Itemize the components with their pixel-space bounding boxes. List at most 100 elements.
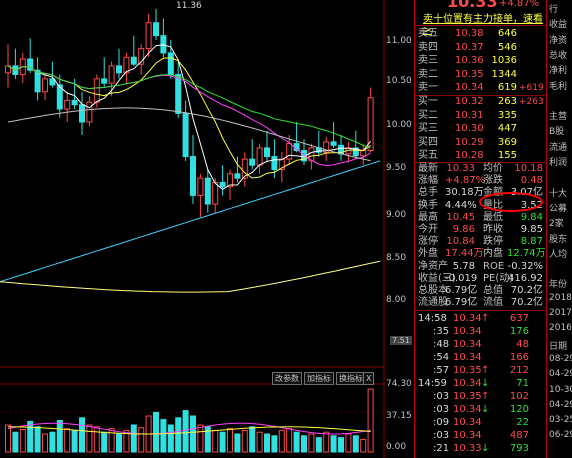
f10-strip-item[interactable]: 年份: [549, 277, 567, 290]
bid-level-row[interactable]: 买二 10.31 335: [415, 109, 545, 123]
f10-strip-item[interactable]: 十大: [549, 186, 567, 199]
volume-bar: [345, 433, 352, 453]
stat-label: 昨收: [483, 224, 503, 235]
f10-strip-item[interactable]: 流通: [549, 140, 567, 153]
volume-bar: [34, 426, 41, 453]
candle-body: [234, 173, 241, 179]
stats-row: 流通股 6.79亿 流值 70.2亿: [415, 297, 545, 309]
bid-level-row[interactable]: 买一 10.32 263 +263: [415, 95, 545, 109]
tick-trade-row[interactable]: :57 10.35 ↑ 212: [415, 364, 545, 377]
f10-strip-item[interactable]: 04-29: [549, 400, 572, 410]
volume-bar: [42, 433, 48, 453]
candle-body: [79, 104, 85, 123]
volume-bar: [286, 428, 293, 453]
bid-level-label: 买三: [418, 123, 438, 134]
trade-price: 10.34: [453, 313, 482, 324]
ask-level-volume: 619: [497, 82, 517, 93]
stat-value: 6.79亿: [445, 297, 478, 309]
f10-strip-item[interactable]: 日期: [549, 339, 567, 352]
stat-value: 10.18: [514, 163, 543, 174]
trade-direction-icon: ↑: [481, 313, 490, 324]
ask-level-row[interactable]: 卖一 10.34 619 +619: [415, 81, 545, 95]
stat-value: 17.44万: [445, 248, 484, 260]
f10-strip-item[interactable]: 净利: [549, 63, 567, 76]
f10-strip-item[interactable]: 收益: [549, 17, 567, 30]
tick-trade-row[interactable]: :03 10.35 ↑ 102: [415, 390, 545, 403]
f10-strip-item[interactable]: 10-30: [549, 385, 572, 395]
stat-label: 总值: [483, 285, 503, 296]
f10-strip-item[interactable]: 04-29: [549, 369, 572, 379]
f10-strip-item[interactable]: 总收: [549, 48, 567, 61]
f10-strip-item[interactable]: B股: [549, 124, 564, 137]
candle-body: [175, 74, 182, 114]
bid-level-label: 买一: [418, 96, 438, 107]
candle-body: [330, 141, 337, 146]
stat-label: 均价: [483, 163, 503, 174]
f10-strip-item[interactable]: 06-29: [549, 430, 572, 440]
ask-level-row[interactable]: 卖二 10.35 1344: [415, 68, 545, 82]
bid-level-row[interactable]: 买四 10.29 369: [415, 136, 545, 150]
volume-bar: [190, 415, 196, 453]
trade-time: 14:59: [418, 378, 447, 389]
edit-params-button[interactable]: 改参数: [272, 372, 302, 385]
close-indicator-button[interactable]: X: [363, 372, 375, 385]
f10-strip-item[interactable]: 毛利: [549, 79, 567, 92]
bid-level-row[interactable]: 买五 10.28 155: [415, 149, 545, 163]
tick-trade-row[interactable]: :03 10.34 487: [415, 429, 545, 442]
f10-strip-item[interactable]: 行: [549, 2, 558, 15]
tick-trade-row[interactable]: 14:58 10.34 ↑ 637: [415, 312, 545, 325]
stats-row: 收益(三) -0.019 PE(动) 416.92: [415, 273, 545, 285]
tick-trade-row[interactable]: :35 10.34 176: [415, 325, 545, 338]
ask-level-volume: 1344: [491, 68, 517, 80]
f10-strip-item[interactable]: 08-29: [549, 354, 572, 364]
add-indicator-button[interactable]: 加指标: [304, 372, 334, 385]
stats-row: 最新 10.33 均价 10.18: [415, 163, 545, 175]
f10-strip-item[interactable]: 公募: [549, 201, 567, 214]
f10-info-strip[interactable]: 行收益净资总收净利毛利主营 B股流通利润十大公募 2家股东人均年份 2018 2017 2…: [546, 0, 572, 458]
stat-value: 10.45: [446, 211, 475, 223]
trade-volume: 637: [509, 313, 529, 324]
tick-trade-row[interactable]: :21 10.33 ↓ 793: [415, 442, 545, 455]
switch-indicator-button[interactable]: 换指标: [336, 372, 366, 385]
f10-strip-item[interactable]: 主营: [549, 109, 567, 122]
f10-strip-item[interactable]: 2家: [549, 216, 564, 229]
ask-level-row[interactable]: 卖三 10.36 1036: [415, 54, 545, 68]
volume-bar: [130, 424, 137, 453]
candle-body: [271, 156, 278, 171]
f10-strip-item[interactable]: 03-25: [549, 415, 572, 425]
tick-trade-row[interactable]: 14:59 10.34 ↓ 71: [415, 377, 545, 390]
trade-price: 10.34: [453, 352, 482, 363]
trade-price: 10.34: [453, 404, 482, 415]
stat-label: 最新: [418, 163, 438, 174]
volume-bar: [197, 424, 204, 453]
trade-time: :21: [433, 443, 450, 454]
stat-value: -0.019: [445, 272, 478, 284]
f10-strip-item[interactable]: 利润: [549, 155, 567, 168]
f10-strip-item[interactable]: 2018: [549, 293, 572, 303]
ask-level-row[interactable]: 卖四 10.37 546: [415, 41, 545, 55]
stats-row: 今开 9.86 昨收 9.85: [415, 224, 545, 236]
trade-time: :54: [433, 352, 450, 363]
kline-chart-area[interactable]: 11.36 11.00 10.50 10.00 9.50 9.00 8.50 8.00 7.…: [0, 0, 412, 458]
tick-trade-row[interactable]: :54 10.34 166: [415, 351, 545, 364]
price-axis-tick: 8.50: [386, 253, 407, 263]
candle-body: [64, 99, 71, 110]
tick-trade-row[interactable]: :03 10.34 ↓ 120: [415, 403, 545, 416]
bid-level-volume: 369: [497, 136, 517, 148]
kline-svg[interactable]: [0, 0, 410, 458]
candle-body: [93, 78, 100, 103]
f10-strip-item[interactable]: 人均: [549, 247, 567, 260]
stat-label: 涨跌: [483, 175, 503, 187]
stat-label: 外盘: [418, 248, 438, 260]
f10-strip-item[interactable]: 2017: [549, 308, 572, 318]
f10-strip-item[interactable]: 净资: [549, 33, 567, 46]
tick-trade-row[interactable]: :09 10.34 22: [415, 416, 545, 429]
ask-level-row[interactable]: 卖五 10.38 646: [415, 27, 545, 41]
bid-level-row[interactable]: 买三 10.30 447: [415, 122, 545, 136]
f10-strip-item[interactable]: 股东: [549, 232, 567, 245]
trade-price: 10.35: [453, 365, 482, 376]
tick-trade-row[interactable]: :48 10.34 48: [415, 338, 545, 351]
f10-strip-item[interactable]: 2016: [549, 323, 572, 333]
ask-level-price: 10.35: [455, 68, 484, 80]
volume-bar: [330, 435, 337, 453]
